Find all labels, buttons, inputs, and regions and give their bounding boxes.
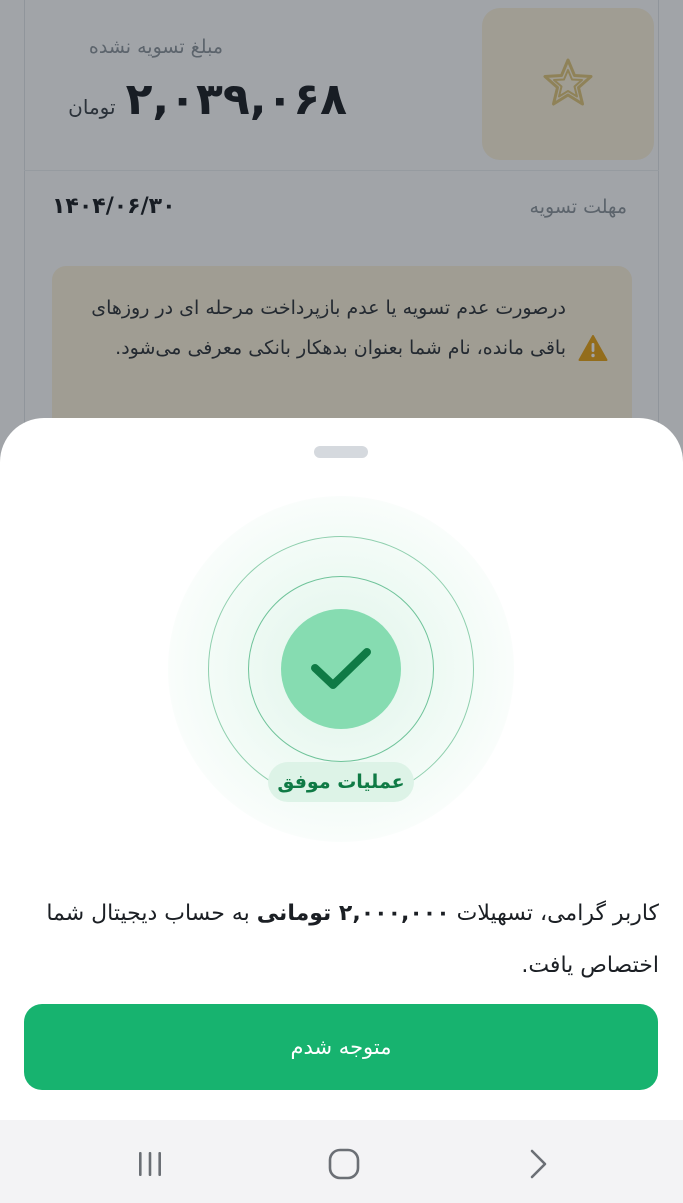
check-circle [281,609,401,729]
back-button[interactable] [514,1140,562,1188]
message-amount: ۲,۰۰۰,۰۰۰ تومانی [256,901,450,926]
system-navigation-bar [0,1120,683,1203]
message-part-1: کاربر گرامی، تسهیلات [449,901,659,926]
home-icon [328,1148,360,1180]
status-badge: عملیات موفق [268,762,414,802]
success-illustration: عملیات موفق [168,496,514,842]
confirm-button[interactable]: متوجه شدم [24,1004,658,1090]
home-button[interactable] [320,1140,368,1188]
recent-apps-icon [139,1152,161,1176]
success-message: کاربر گرامی، تسهیلات ۲,۰۰۰,۰۰۰ تومانی به… [19,888,659,992]
recent-apps-button[interactable] [126,1140,174,1188]
check-icon [311,648,371,689]
success-bottom-sheet: عملیات موفق کاربر گرامی، تسهیلات ۲,۰۰۰,۰… [0,418,683,1120]
sheet-drag-handle[interactable] [314,446,368,458]
back-icon [530,1149,547,1179]
screen: مبلغ تسویه نشده ۲,۰۳۹,۰۶۸ تومان مهلت تسو… [0,0,683,1203]
